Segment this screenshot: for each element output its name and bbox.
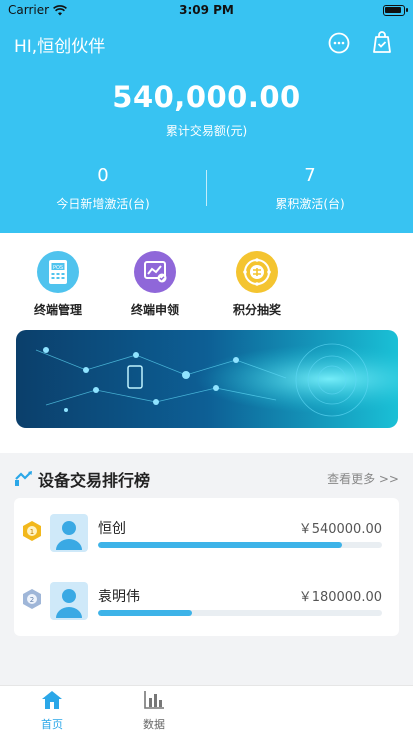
rank-name: 袁明伟 xyxy=(98,589,140,605)
shopping-bag-check-icon[interactable] xyxy=(370,31,394,55)
tab-data[interactable]: 数据 xyxy=(124,690,184,732)
menu-points-lottery[interactable]: 积分抽奖 xyxy=(217,251,297,318)
today-activation-stat: 0 今日新增激活(台) xyxy=(0,165,206,212)
status-bar: Carrier 3:09 PM xyxy=(0,0,413,22)
total-transaction-label: 累计交易额(元) xyxy=(165,124,248,138)
menu-label: 终端申领 xyxy=(130,303,179,317)
avatar xyxy=(50,514,88,552)
today-activation-value: 0 xyxy=(97,165,109,186)
ranking-section-header: 设备交易排行榜 查看更多 >> xyxy=(0,462,413,492)
avatar xyxy=(50,582,88,620)
summary-header: Carrier 3:09 PM HI,恒创伙伴 540,000.00 累计交易额… xyxy=(0,0,413,233)
trend-chart-icon xyxy=(15,471,32,486)
menu-terminal-apply[interactable]: 终端申领 xyxy=(115,251,195,318)
cumulative-activation-value: 7 xyxy=(304,165,316,186)
rank-progress-track xyxy=(98,542,382,548)
chat-icon[interactable] xyxy=(327,31,351,55)
svg-text:2: 2 xyxy=(30,596,34,604)
promo-banner[interactable] xyxy=(16,330,398,428)
lottery-wheel-icon xyxy=(236,251,278,293)
cumulative-activation-label: 累积激活(台) xyxy=(275,197,345,211)
rank-name: 恒创 xyxy=(98,521,126,537)
see-more-link[interactable]: 查看更多 >> xyxy=(327,470,399,487)
svg-text:POS: POS xyxy=(53,265,63,271)
ranking-row[interactable]: 1 恒创 ￥540000.00 xyxy=(14,498,399,564)
tab-label: 数据 xyxy=(143,718,165,731)
pos-terminal-icon: POS xyxy=(37,251,79,293)
today-activation-label: 今日新增激活(台) xyxy=(56,197,150,211)
gold-medal-icon: 1 xyxy=(23,521,41,541)
tab-label: 首页 xyxy=(41,718,63,731)
rank-progress-fill xyxy=(98,610,192,616)
ranking-row[interactable]: 2 袁明伟 ￥180000.00 xyxy=(14,566,399,632)
bottom-tab-bar: 首页 数据 xyxy=(0,685,413,735)
home-icon xyxy=(42,691,62,709)
silver-medal-icon: 2 xyxy=(23,589,41,609)
total-transaction-amount: 540,000.00 xyxy=(112,80,301,114)
menu-label: 终端管理 xyxy=(33,303,82,317)
menu-label: 积分抽奖 xyxy=(232,303,281,317)
ranking-title: 设备交易排行榜 xyxy=(38,471,151,490)
rank-progress-fill xyxy=(98,542,343,548)
terminal-apply-icon xyxy=(134,251,176,293)
menu-terminal-management[interactable]: POS 终端管理 xyxy=(18,251,98,318)
cumulative-activation-stat: 7 累积激活(台) xyxy=(207,165,413,212)
battery-icon xyxy=(383,5,408,16)
rank-amount: ￥540000.00 xyxy=(298,522,382,537)
rank-amount: ￥180000.00 xyxy=(298,590,382,605)
greeting-text: HI,恒创伙伴 xyxy=(14,37,106,57)
status-time: 3:09 PM xyxy=(179,3,234,17)
bar-chart-icon xyxy=(144,691,164,709)
rank-progress-track xyxy=(98,610,382,616)
tab-home[interactable]: 首页 xyxy=(22,690,82,732)
svg-text:1: 1 xyxy=(30,528,34,536)
ranking-list: 1 恒创 ￥540000.00 2 袁明伟 ￥180000.00 xyxy=(14,498,399,636)
